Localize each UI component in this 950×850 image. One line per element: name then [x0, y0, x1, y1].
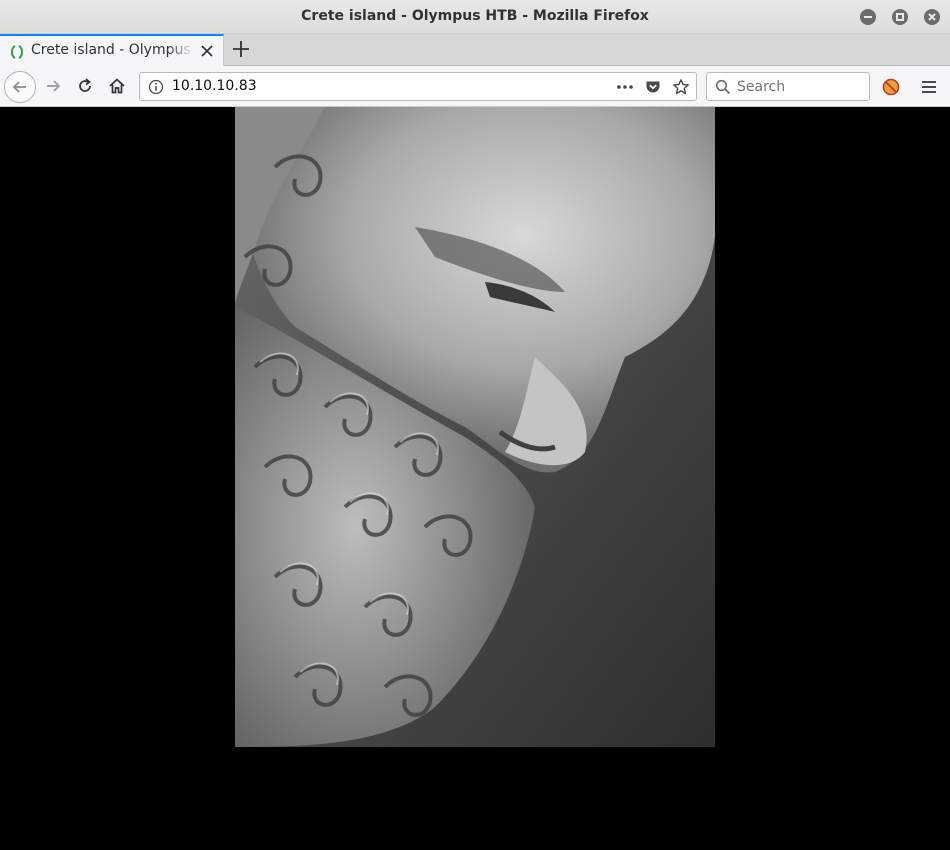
laurel-wreath-icon	[11, 45, 23, 59]
minimize-button[interactable]	[860, 9, 876, 25]
pocket-icon[interactable]	[645, 79, 661, 95]
url-text[interactable]: 10.10.10.83	[172, 78, 257, 94]
info-icon[interactable]	[148, 79, 164, 95]
page-content	[0, 107, 950, 850]
home-icon	[109, 78, 125, 94]
blocked-extension-icon[interactable]	[882, 78, 900, 96]
search-icon	[715, 79, 731, 95]
reload-button[interactable]	[73, 74, 97, 98]
home-button[interactable]	[105, 74, 129, 98]
address-bar[interactable]: 10.10.10.83	[139, 72, 697, 101]
tab-active[interactable]: Crete island - Olympus HTB	[0, 34, 224, 66]
back-arrow-icon	[12, 81, 26, 93]
back-button[interactable]	[4, 71, 36, 103]
maximize-icon	[896, 13, 904, 21]
close-icon	[928, 13, 936, 21]
close-tab-icon[interactable]	[199, 43, 215, 59]
tab-label: Crete island - Olympus HTB	[31, 42, 193, 58]
reload-icon	[79, 78, 91, 92]
more-icon[interactable]	[615, 79, 635, 95]
star-icon[interactable]	[672, 78, 690, 96]
window-titlebar: Crete island - Olympus HTB - Mozilla Fir…	[0, 0, 950, 34]
hamburger-menu-icon[interactable]	[920, 78, 938, 96]
search-input[interactable]	[737, 77, 865, 97]
statue-image	[235, 107, 715, 747]
close-window-button[interactable]	[924, 9, 940, 25]
forward-arrow-icon	[47, 80, 61, 92]
navigation-toolbar: 10.10.10.83	[0, 66, 950, 107]
window-title: Crete island - Olympus HTB - Mozilla Fir…	[301, 8, 649, 24]
minimize-icon	[864, 16, 872, 18]
maximize-button[interactable]	[892, 9, 908, 25]
forward-button[interactable]	[41, 74, 65, 98]
search-bar[interactable]	[706, 72, 870, 101]
tab-strip: Crete island - Olympus HTB	[0, 34, 950, 66]
new-tab-icon[interactable]	[231, 39, 251, 59]
